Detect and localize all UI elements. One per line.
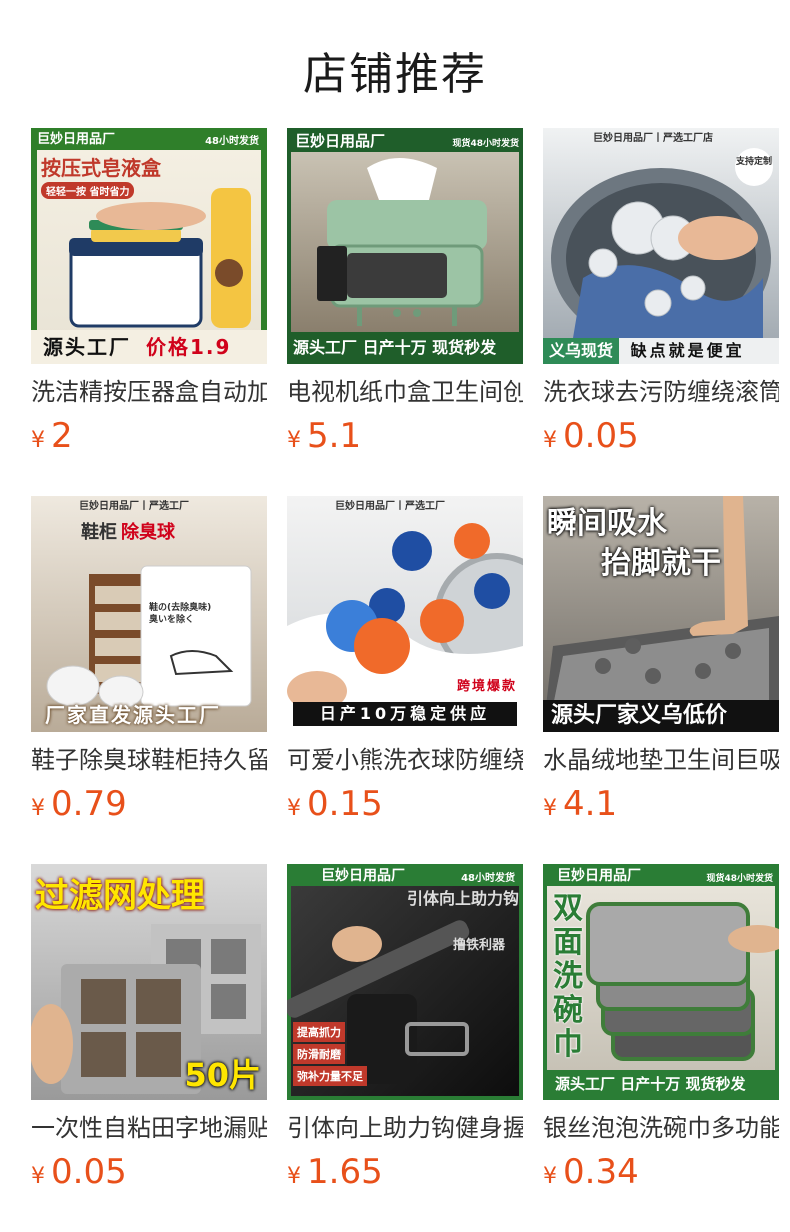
product-image[interactable]: 巨妙日用品厂丨严选工厂 鞋柜 除臭球 鞋の(去除臭味)臭いを除く 厂家直发源头工厂 bbox=[31, 496, 267, 732]
product-card[interactable]: 巨妙日用品厂丨严选工厂 跨境爆款 日产10万稳定供应 可爱小熊洗衣球防缠绕 ¥0… bbox=[287, 496, 523, 824]
product-image[interactable]: 巨妙日用品厂 现货48小时发货 双面洗碗巾 源头工厂 日产十万 现货秒发 bbox=[543, 864, 779, 1100]
product-price: ¥0.34 bbox=[543, 1152, 639, 1192]
product-image[interactable]: 巨妙日用品厂丨严选工厂 跨境爆款 日产10万稳定供应 bbox=[287, 496, 523, 732]
product-image[interactable]: 过滤网处理 50片 bbox=[31, 864, 267, 1100]
product-image[interactable]: 巨妙日用品厂 48小时发货 引体向上助力钩 撸铁利器 提高抓力 防滑耐磨 弥补力… bbox=[287, 864, 523, 1100]
feature-tag: 防滑耐磨 bbox=[293, 1044, 345, 1064]
product-name[interactable]: 引体向上助力钩健身握力 bbox=[287, 1112, 523, 1144]
product-card[interactable]: 过滤网处理 50片 一次性自粘田字地漏贴 ¥0.05 bbox=[31, 864, 267, 1192]
corner-tag: 跨境爆款 bbox=[456, 679, 517, 694]
source-banner: 源头工厂 日产十万 现货秒发 bbox=[293, 338, 497, 357]
feature-tag: 提高抓力 bbox=[293, 1022, 345, 1042]
product-name[interactable]: 洗洁精按压器盒自动加液 bbox=[31, 376, 267, 408]
product-name[interactable]: 一次性自粘田字地漏贴 bbox=[31, 1112, 267, 1144]
product-name[interactable]: 电视机纸巾盒卫生间创意 bbox=[287, 376, 523, 408]
custom-badge: 支持定制 bbox=[735, 148, 773, 186]
source-banner: 源头工厂 日产十万 现货秒发 bbox=[555, 1075, 746, 1093]
product-price: ¥0.15 bbox=[287, 784, 383, 824]
bear-laundry-ball-illustration bbox=[287, 523, 523, 732]
source-banner: 厂家直发源头工厂 bbox=[45, 703, 221, 727]
source-banner: 源头工厂 价格1.9 bbox=[31, 330, 267, 364]
product-name[interactable]: 银丝泡泡洗碗巾多功能 bbox=[543, 1112, 779, 1144]
product-image[interactable]: 巨妙日用品厂 48小时发货 按压式皂液盒 轻轻一按 省时省力 源头工厂 价格1.… bbox=[31, 128, 267, 364]
product-card[interactable]: 瞬间吸水 抬脚就干 源头厂家义乌低价 水晶绒地垫卫生间巨吸水 ¥4.1 bbox=[543, 496, 779, 824]
product-card[interactable]: 巨妙日用品厂 48小时发货 引体向上助力钩 撸铁利器 提高抓力 防滑耐磨 弥补力… bbox=[287, 864, 523, 1192]
corner-tag: 50片 bbox=[184, 1056, 261, 1094]
page-title: 店铺推荐 bbox=[303, 49, 487, 100]
product-image[interactable]: 巨妙日用品厂 现货48小时发货 源头工厂 日产十万 现货秒发 bbox=[287, 128, 523, 364]
product-card[interactable]: 巨妙日用品厂丨严选工厂店 支持定制 义乌现货 缺点就是便宜 洗衣球去污防缠绕滚筒… bbox=[543, 128, 779, 456]
bag-label: 鞋の(去除臭味)臭いを除く bbox=[149, 603, 212, 625]
product-price: ¥0.05 bbox=[543, 416, 639, 456]
product-price: ¥2 bbox=[31, 416, 73, 456]
product-image[interactable]: 巨妙日用品厂丨严选工厂店 支持定制 义乌现货 缺点就是便宜 bbox=[543, 128, 779, 364]
product-price: ¥1.65 bbox=[287, 1152, 383, 1192]
subline-text: 抬脚就干 bbox=[601, 546, 721, 581]
source-banner: 日产10万稳定供应 bbox=[293, 702, 517, 726]
product-price: ¥5.1 bbox=[287, 416, 362, 456]
product-name[interactable]: 鞋子除臭球鞋柜持久留香 bbox=[31, 744, 267, 776]
product-name[interactable]: 可爱小熊洗衣球防缠绕 bbox=[287, 744, 523, 776]
product-price: ¥4.1 bbox=[543, 784, 618, 824]
source-banner: 义乌现货 缺点就是便宜 bbox=[543, 338, 779, 364]
feature-tag: 弥补力量不足 bbox=[293, 1066, 367, 1086]
source-banner: 源头厂家义乌低价 bbox=[543, 700, 779, 732]
product-card[interactable]: 巨妙日用品厂 现货48小时发货 源头工厂 日产十万 现货秒发 电视机纸巾盒卫生间… bbox=[287, 128, 523, 456]
tissue-box-illustration bbox=[317, 158, 487, 326]
product-name[interactable]: 洗衣球去污防缠绕滚筒 bbox=[543, 376, 779, 408]
product-card[interactable]: 巨妙日用品厂 48小时发货 按压式皂液盒 轻轻一按 省时省力 源头工厂 价格1.… bbox=[31, 128, 267, 456]
headline-text: 过滤网处理 bbox=[35, 876, 205, 916]
headline-text: 双面洗碗巾 bbox=[553, 891, 583, 1062]
product-image[interactable]: 瞬间吸水 抬脚就干 源头厂家义乌低价 bbox=[543, 496, 779, 732]
soap-dispenser-illustration bbox=[69, 188, 251, 328]
headline-text: 瞬间吸水 bbox=[547, 506, 667, 541]
product-card[interactable]: 巨妙日用品厂 现货48小时发货 双面洗碗巾 源头工厂 日产十万 现货秒发 银丝泡… bbox=[543, 864, 779, 1192]
product-name[interactable]: 水晶绒地垫卫生间巨吸水 bbox=[543, 744, 779, 776]
product-card[interactable]: 巨妙日用品厂丨严选工厂 鞋柜 除臭球 鞋の(去除臭味)臭いを除く 厂家直发源头工厂… bbox=[31, 496, 267, 824]
product-price: ¥0.79 bbox=[31, 784, 127, 824]
headline-text: 引体向上助力钩 bbox=[407, 889, 520, 908]
product-price: ¥0.05 bbox=[31, 1152, 127, 1192]
